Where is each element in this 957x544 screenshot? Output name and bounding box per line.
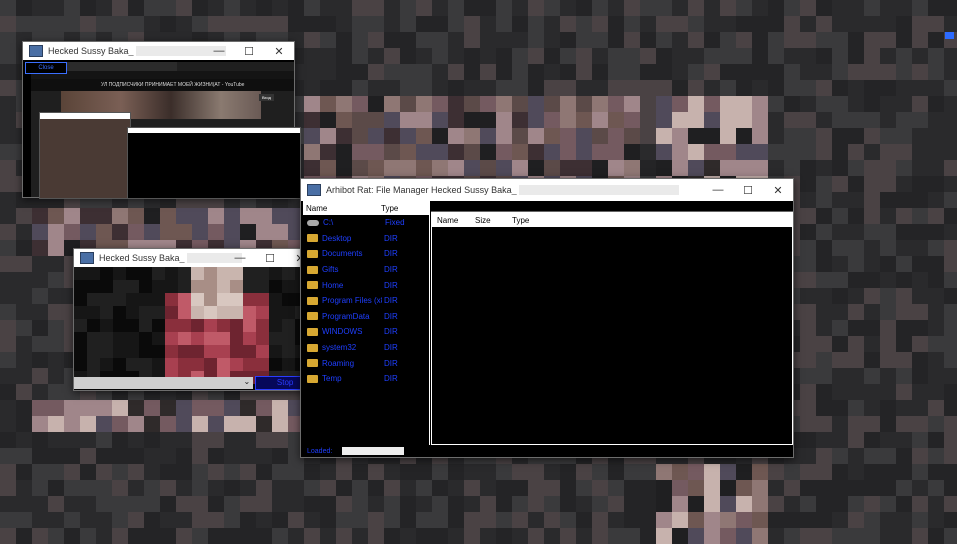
tree-item[interactable]: system32 DIR [303, 340, 429, 356]
redacted-name [518, 185, 679, 195]
tree-header: Name Type [303, 201, 429, 215]
subscribe-button: Вход [258, 94, 274, 101]
tree-item[interactable]: C:\ Fixed [303, 215, 429, 231]
remote-browser: УЛ ПОДПИСЧИКИ ПРИНИМАЕТ МОЕЙ ЖИЗНИ(АТ - … [31, 62, 301, 199]
browser-address-bar [31, 71, 294, 79]
tree-item-name: Gifts [322, 265, 339, 275]
app-icon [29, 45, 43, 57]
nested-file-manager [127, 127, 301, 199]
minimize-icon[interactable]: — [703, 179, 733, 201]
tree-item[interactable]: Home DIR [303, 277, 429, 293]
chevron-down-icon: ⌄ [243, 377, 251, 386]
app-icon [307, 184, 321, 196]
close-icon[interactable]: ✕ [264, 42, 294, 60]
window-title: Arhibot Rat: File Manager Hecked Sussy B… [326, 185, 517, 195]
tree-item-name: Desktop [322, 233, 352, 243]
window-title: Hecked Sussy Baka_ [48, 46, 134, 56]
folder-icon [307, 281, 318, 290]
directory-tree[interactable]: Name Type C:\ Fixed Desktop DIR Documents DIR… [303, 201, 429, 445]
tree-item[interactable]: WINDOWS DIR [303, 324, 429, 340]
tray-indicator-icon [945, 32, 954, 39]
close-icon[interactable]: ✕ [763, 179, 793, 201]
maximize-icon[interactable]: ☐ [733, 179, 763, 201]
tree-item-name: Program Files (x86) [322, 296, 382, 306]
remote-desktop-titlebar[interactable]: Hecked Sussy Baka_ — ☐ ✕ [23, 42, 294, 60]
tree-item-type: DIR [384, 249, 398, 259]
progress-bar [342, 447, 405, 455]
tree-item[interactable]: Temp DIR [303, 371, 429, 387]
file-manager-body: Name Type C:\ Fixed Desktop DIR Documents DIR… [301, 201, 793, 457]
status-bar: Loaded: [301, 445, 793, 457]
file-manager-window[interactable]: Arhibot Rat: File Manager Hecked Sussy B… [300, 178, 794, 458]
tree-item-name: ProgramData [322, 311, 370, 321]
remote-screen[interactable]: УЛ ПОДПИСЧИКИ ПРИНИМАЕТ МОЕЙ ЖИЗНИ(АТ - … [23, 60, 301, 199]
folder-icon [307, 296, 318, 305]
minimize-icon[interactable]: — [225, 249, 255, 267]
tree-item-type: DIR [384, 327, 398, 337]
tree-item-type: DIR [384, 374, 398, 384]
file-list[interactable]: Name Size Type [431, 212, 793, 445]
video-title: УЛ ПОДПИСЧИКИ ПРИНИМАЕТ МОЕЙ ЖИЗНИ(АТ - … [31, 79, 294, 91]
tree-header-type: Type [381, 203, 399, 213]
file-manager-titlebar[interactable]: Arhibot Rat: File Manager Hecked Sussy B… [301, 179, 793, 201]
column-size[interactable]: Size [470, 216, 507, 225]
folder-icon [307, 359, 318, 368]
tree-item-name: WINDOWS [322, 327, 363, 337]
path-bar[interactable] [431, 201, 793, 212]
nested-remote-window [39, 112, 131, 199]
folder-icon [307, 374, 318, 383]
tree-item[interactable]: Gifts DIR [303, 262, 429, 278]
tree-item-type: Fixed [385, 218, 405, 228]
folder-icon [307, 265, 318, 274]
tree-item[interactable]: Documents DIR [303, 246, 429, 262]
tree-item-type: DIR [384, 311, 398, 321]
folder-icon [307, 343, 318, 352]
maximize-icon[interactable]: ☐ [234, 42, 264, 60]
tree-item-type: DIR [384, 280, 398, 290]
folder-icon [307, 312, 318, 321]
camera-select[interactable]: ⌄ [74, 377, 254, 389]
browser-tab [103, 62, 177, 71]
webcam-feed: ⌄ Stop [74, 267, 321, 390]
app-icon [80, 252, 94, 264]
tree-item-name: system32 [322, 343, 357, 353]
folder-icon [307, 234, 318, 243]
tree-item-type: DIR [384, 296, 398, 306]
webcam-controls: ⌄ Stop [74, 376, 315, 390]
close-button[interactable]: Close [25, 62, 67, 74]
tree-header-name: Name [306, 203, 328, 213]
tree-item-name: Home [322, 280, 344, 290]
file-list-header: Name Size Type [432, 213, 792, 227]
remote-desktop-window[interactable]: Hecked Sussy Baka_ — ☐ ✕ УЛ ПОДПИСЧИКИ П… [22, 41, 301, 199]
tree-item[interactable]: Desktop DIR [303, 231, 429, 247]
webcam-titlebar[interactable]: Hecked Sussy Baka_ — ☐ ✕ [74, 249, 315, 267]
tree-item[interactable]: ProgramData DIR [303, 309, 429, 325]
tree-item-name: Temp [322, 374, 342, 384]
column-name[interactable]: Name [432, 216, 470, 225]
tree-item-name: C:\ [323, 218, 334, 228]
window-title: Hecked Sussy Baka_ [99, 253, 185, 263]
tree-item-name: Documents [322, 249, 363, 259]
tree-item-name: Roaming [322, 358, 355, 368]
tree-item[interactable]: Roaming DIR [303, 355, 429, 371]
tree-item-type: DIR [384, 233, 398, 243]
tree-item-type: DIR [384, 265, 398, 275]
maximize-icon[interactable]: ☐ [255, 249, 285, 267]
folder-icon [307, 327, 318, 336]
tree-item-type: DIR [384, 343, 398, 353]
drive-icon [307, 219, 319, 226]
folder-icon [307, 249, 318, 258]
pane-divider[interactable] [429, 201, 430, 445]
minimize-icon[interactable]: — [204, 42, 234, 60]
webcam-window[interactable]: Hecked Sussy Baka_ — ☐ ✕ ⌄ Stop [73, 248, 321, 391]
column-type[interactable]: Type [507, 216, 529, 225]
tree-item-type: DIR [384, 358, 398, 368]
status-label: Loaded: [307, 447, 333, 455]
tree-item[interactable]: Program Files (x86)DIR [303, 293, 429, 309]
